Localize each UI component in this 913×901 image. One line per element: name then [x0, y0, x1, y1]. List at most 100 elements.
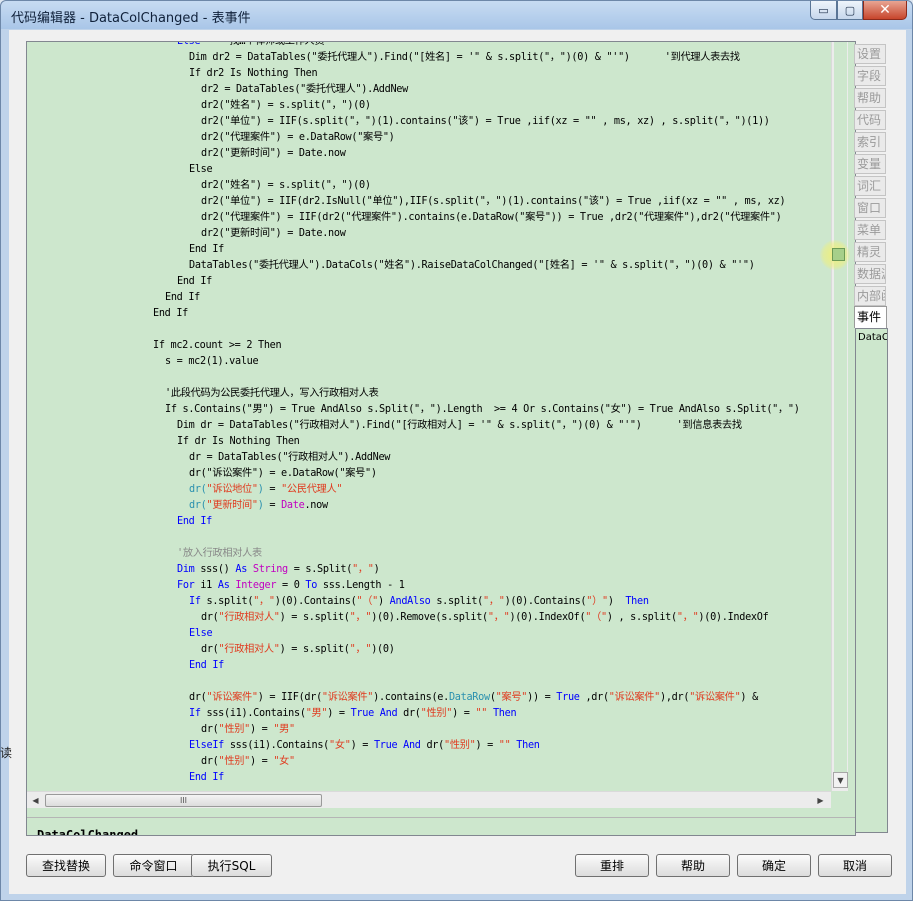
- code-line[interactable]: dr2("更新时间") = Date.now: [33, 226, 800, 242]
- code-token: ),dr(: [660, 692, 690, 703]
- ok-button[interactable]: 确定: [737, 854, 811, 877]
- code-text-area[interactable]: Else '找…个律师或工作人员 Dim dr2 = DataTables("委托…: [27, 42, 830, 791]
- code-line[interactable]: dr("行政相对人") = s.split("，")(0): [33, 642, 800, 658]
- code-token: "性别": [443, 740, 476, 751]
- code-line[interactable]: dr2("代理案件") = IIF(dr2("代理案件").contains(e…: [33, 210, 800, 226]
- code-line[interactable]: dr("诉讼案件") = e.DataRow("案号"): [33, 466, 800, 482]
- code-line[interactable]: dr2("姓名") = s.split("，")(0): [33, 98, 800, 114]
- code-line[interactable]: dr2("姓名") = s.split("，")(0): [33, 178, 800, 194]
- code-line[interactable]: Dim dr2 = DataTables("委托代理人").Find("[姓名]…: [33, 50, 800, 66]
- code-line[interactable]: If mc2.count >= 2 Then: [33, 338, 800, 354]
- horizontal-scrollbar[interactable]: ◀ III ▶: [27, 791, 831, 808]
- code-line[interactable]: [33, 530, 800, 546]
- code-line[interactable]: If dr Is Nothing Then: [33, 434, 800, 450]
- code-line[interactable]: dr2("代理案件") = e.DataRow("案号"): [33, 130, 800, 146]
- code-line[interactable]: DataTables("委托代理人").DataCols("姓名").Raise…: [33, 258, 800, 274]
- tab-menu[interactable]: 菜单: [854, 220, 886, 240]
- tab-code[interactable]: 代码: [854, 110, 886, 130]
- tab-datasource[interactable]: 数据源: [854, 264, 886, 284]
- code-line[interactable]: dr("行政相对人") = s.split("，")(0).Remove(s.s…: [33, 610, 800, 626]
- code-token: "行政相对人": [218, 612, 280, 623]
- command-window-button[interactable]: 命令窗口: [113, 854, 194, 877]
- code-line[interactable]: dr2("单位") = IIF(dr2.IsNull("单位"),IIF(s.s…: [33, 194, 800, 210]
- event-list[interactable]: DataColChanged: [855, 328, 888, 833]
- tab-fields[interactable]: 字段: [854, 66, 886, 86]
- code-line[interactable]: '放入行政相对人表: [33, 546, 800, 562]
- code-token: "案号": [495, 692, 528, 703]
- code-line[interactable]: End If: [33, 306, 800, 322]
- code-line[interactable]: Else '找…个律师或工作人员: [33, 42, 800, 50]
- tab-vocabulary[interactable]: 词汇: [854, 176, 886, 196]
- code-line[interactable]: dr2 = DataTables("委托代理人").AddNew: [33, 82, 800, 98]
- code-line[interactable]: dr("更新时间") = Date.now: [33, 498, 800, 514]
- code-line[interactable]: dr("性别") = "女": [33, 754, 800, 770]
- tab-settings[interactable]: 设置: [854, 44, 886, 64]
- code-line[interactable]: dr("诉讼地位") = "公民代理人": [33, 482, 800, 498]
- code-line[interactable]: If sss(i1).Contains("男") = True And dr("…: [33, 706, 800, 722]
- scroll-down-button[interactable]: ▼: [833, 772, 848, 788]
- tab-window[interactable]: 窗口: [854, 198, 886, 218]
- code-line[interactable]: End If: [33, 290, 800, 306]
- code-line[interactable]: If dr2 Is Nothing Then: [33, 66, 800, 82]
- code-line[interactable]: Else: [33, 626, 800, 642]
- code-token: And: [379, 708, 398, 719]
- horizontal-scroll-thumb[interactable]: III: [45, 794, 322, 807]
- tab-internal-functions[interactable]: 内部函: [854, 286, 886, 306]
- close-icon: ✕: [879, 2, 891, 18]
- cancel-button[interactable]: 取消: [818, 854, 892, 877]
- code-line[interactable]: dr("诉讼案件") = IIF(dr("诉讼案件").contains(e.D…: [33, 690, 800, 706]
- code-token: True: [556, 692, 580, 703]
- code-line[interactable]: End If: [33, 274, 800, 290]
- code-line[interactable]: If s.Contains("男") = True AndAlso s.Spli…: [33, 402, 800, 418]
- scroll-right-button[interactable]: ▶: [813, 792, 828, 808]
- list-item[interactable]: DataColChanged: [858, 332, 887, 343]
- code-line[interactable]: [33, 674, 800, 690]
- maximize-button[interactable]: ▢: [837, 1, 863, 20]
- code-line[interactable]: Else: [33, 162, 800, 178]
- code-editor[interactable]: Else '找…个律师或工作人员 Dim dr2 = DataTables("委托…: [26, 41, 856, 836]
- close-button[interactable]: ✕: [863, 1, 907, 20]
- code-token: ) &: [740, 692, 758, 703]
- minimize-button[interactable]: ▭: [810, 1, 837, 20]
- title-bar[interactable]: 代码编辑器 - DataColChanged - 表事件 ▭ ▢ ✕: [1, 1, 912, 29]
- tab-events[interactable]: 事件: [854, 306, 887, 328]
- code-token: ) , s.split(: [606, 612, 677, 623]
- code-lines[interactable]: Else '找…个律师或工作人员 Dim dr2 = DataTables("委托…: [33, 42, 800, 786]
- tab-help[interactable]: 帮助: [854, 88, 886, 108]
- code-line[interactable]: End If: [33, 770, 800, 786]
- exec-sql-button[interactable]: 执行SQL: [191, 854, 272, 877]
- code-token: )(0).IndexOf: [698, 612, 769, 623]
- find-replace-button[interactable]: 查找替换: [26, 854, 106, 877]
- code-line[interactable]: Dim sss() As String = s.Split("，"): [33, 562, 800, 578]
- code-line[interactable]: End If: [33, 242, 800, 258]
- code-line[interactable]: [33, 370, 800, 386]
- help-button[interactable]: 帮助: [656, 854, 730, 877]
- code-line[interactable]: If s.split("，")(0).Contains("（") AndAlso…: [33, 594, 800, 610]
- code-line[interactable]: dr("性别") = "男": [33, 722, 800, 738]
- code-line[interactable]: ElseIf sss(i1).Contains("女") = True And …: [33, 738, 800, 754]
- code-line[interactable]: s = mc2(1).value: [33, 354, 800, 370]
- code-line[interactable]: dr2("更新时间") = Date.now: [33, 146, 800, 162]
- maximize-icon: ▢: [844, 3, 856, 17]
- chevron-right-icon: ▶: [817, 795, 824, 805]
- code-token: dr(: [201, 724, 219, 735]
- code-line[interactable]: '此段代码为公民委托代理人，写入行政相对人表: [33, 386, 800, 402]
- code-token: ) =: [249, 724, 274, 735]
- vertical-scroll-thumb[interactable]: [834, 42, 847, 772]
- code-line[interactable]: [33, 322, 800, 338]
- code-line[interactable]: dr2("单位") = IIF(s.split("，")(1).contains…: [33, 114, 800, 130]
- scroll-left-button[interactable]: ◀: [28, 792, 43, 808]
- code-line[interactable]: dr = DataTables("行政相对人").AddNew: [33, 450, 800, 466]
- tab-wizard[interactable]: 精灵: [854, 242, 886, 262]
- code-token: To: [305, 580, 318, 591]
- code-line[interactable]: End If: [33, 658, 800, 674]
- vertical-scrollbar[interactable]: ▼: [831, 42, 848, 791]
- code-line[interactable]: Dim dr = DataTables("行政相对人").Find("[行政相对…: [33, 418, 800, 434]
- tab-variables[interactable]: 变量: [854, 154, 886, 174]
- code-line[interactable]: For i1 As Integer = 0 To sss.Length - 1: [33, 578, 800, 594]
- code-token: "诉讼案件": [321, 692, 374, 703]
- reformat-button[interactable]: 重排: [575, 854, 649, 877]
- code-token: For: [177, 580, 195, 591]
- code-line[interactable]: End If: [33, 514, 800, 530]
- tab-index[interactable]: 索引: [854, 132, 886, 152]
